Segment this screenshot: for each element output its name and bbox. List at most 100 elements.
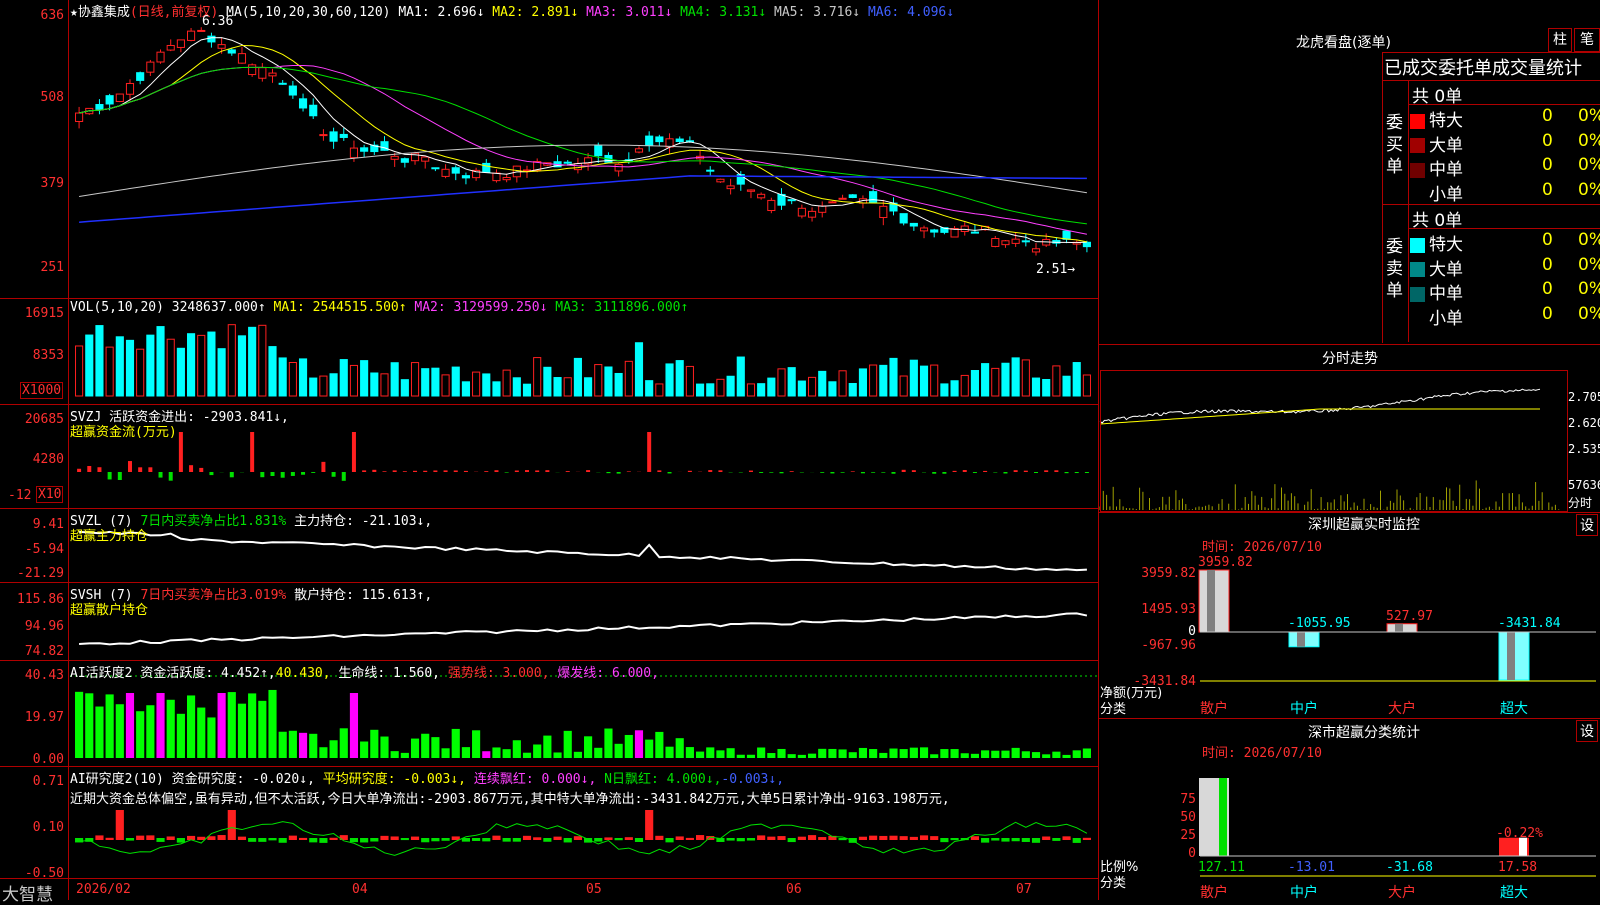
ai1-activity: 资金活跃度: 4.452↑,: [140, 666, 275, 681]
chart-mark: [666, 364, 673, 396]
chart-mark: [586, 470, 590, 472]
chart-mark: [973, 472, 977, 473]
stock-title[interactable]: ★协鑫集成: [70, 5, 130, 20]
chart-mark: [289, 362, 296, 396]
chart-mark: [207, 717, 215, 758]
ai1-title: AI活跃度2: [70, 666, 132, 681]
chart-mark: [269, 73, 276, 76]
chart-mark: [747, 190, 754, 191]
fs-frame[interactable]: [1100, 370, 1568, 512]
chart-mark: [615, 164, 622, 171]
chart-mark: [849, 383, 856, 396]
chart-mark: [503, 749, 511, 758]
chart-mark: [238, 837, 246, 840]
chart-mark: [594, 748, 602, 758]
chart-mark: [627, 471, 631, 472]
row-count: 0: [1542, 180, 1553, 200]
color-swatch: [1410, 163, 1425, 178]
chart-mark: [146, 705, 154, 758]
chart-mark: [523, 836, 531, 840]
chart-mark: [484, 471, 488, 472]
sz-axis-2: 1495.93: [1100, 602, 1196, 617]
chart-mark: [1063, 231, 1070, 239]
buy-row: 特大00%: [1410, 106, 1600, 130]
chart-mark: [332, 472, 336, 477]
chart-mark: [1012, 748, 1020, 758]
chart-mark: [360, 838, 368, 842]
color-swatch: [1410, 287, 1425, 302]
chart-mark: [635, 149, 642, 152]
chart-mark: [1052, 752, 1060, 758]
chart-mark: [696, 752, 704, 758]
chart-mark: [228, 325, 235, 396]
chart-mark: [910, 223, 917, 226]
ss-value-label: 17.58: [1498, 860, 1537, 875]
chart-mark: [625, 361, 632, 396]
chart-mark: [747, 838, 755, 841]
chart-mark: [1052, 838, 1060, 841]
chart-mark: [96, 105, 103, 110]
chart-mark: [553, 752, 561, 758]
row-pct: 0%: [1578, 255, 1600, 275]
row-count: 0: [1542, 230, 1553, 250]
chart-mark: [615, 744, 623, 758]
svzl-axis-mid: -5.94: [0, 542, 64, 557]
chart-mark: [900, 376, 907, 396]
chart-mark: [983, 471, 987, 472]
row-count: 0: [1542, 106, 1553, 126]
chart-mark: [819, 371, 826, 396]
chart-mark: [790, 471, 794, 472]
ss-settings-button[interactable]: 设: [1576, 720, 1598, 742]
chart-mark: [1032, 838, 1040, 843]
chart-mark: [686, 747, 694, 758]
chart-mark: [503, 370, 510, 396]
chart-mark: [167, 45, 174, 50]
ma-values: MA1: 2.696↓ MA2: 2.891↓ MA3: 3.011↓ MA4:…: [398, 5, 954, 20]
chart-mark: [1043, 380, 1050, 396]
chart-mark: [472, 838, 480, 841]
chart-mark: [778, 369, 785, 396]
chart-mark: [403, 471, 407, 472]
chart-mark: [1002, 363, 1009, 396]
chart-mark: [931, 230, 938, 232]
chart-mark: [656, 384, 663, 396]
chart-mark: [953, 471, 957, 472]
buy-row: 中单00%: [1410, 155, 1600, 179]
chart-mark: [258, 838, 266, 842]
chart-mark: [798, 381, 805, 396]
chart-mark: [780, 472, 784, 473]
chart-mark: [116, 94, 123, 101]
chart-mark: [676, 361, 683, 396]
chart-mark: [157, 327, 164, 396]
chart-mark: [604, 837, 612, 840]
ai2-research: 资金研究度: -0.020↓,: [172, 772, 315, 787]
chart-mark: [258, 701, 266, 758]
svzj-axis-min: -12: [8, 488, 31, 503]
chart-mark: [1073, 750, 1081, 758]
row-pct: 0%: [1578, 106, 1600, 126]
chart-mark: [768, 200, 775, 210]
chart-mark: [393, 470, 397, 472]
row-pct: 0%: [1578, 279, 1600, 299]
chart-mark: [1001, 838, 1009, 842]
row-label: 小单: [1429, 309, 1463, 329]
chart-mark: [422, 369, 429, 396]
chart-mark: [299, 733, 307, 758]
chart-mark: [981, 838, 989, 843]
chart-mark: [452, 168, 459, 173]
lhb-bar-button[interactable]: 柱: [1548, 28, 1572, 52]
chart-mark: [79, 145, 1087, 196]
chart-mark: [655, 732, 663, 758]
chart-mark: [148, 467, 152, 472]
sz-settings-button[interactable]: 设: [1576, 514, 1598, 536]
row-pct: 0%: [1578, 131, 1600, 151]
lhb-tick-button[interactable]: 笔: [1574, 28, 1600, 52]
chart-mark: [492, 836, 500, 840]
chart-mark: [1012, 239, 1019, 243]
chart-mark: [238, 704, 246, 758]
sz-axis-1: 3959.82: [1100, 566, 1196, 581]
chart-mark: [849, 752, 857, 758]
sz-value-label: -3431.84: [1498, 616, 1561, 631]
ma3-value: MA3: 3.011↓: [578, 5, 672, 20]
chart-mark: [656, 137, 663, 142]
